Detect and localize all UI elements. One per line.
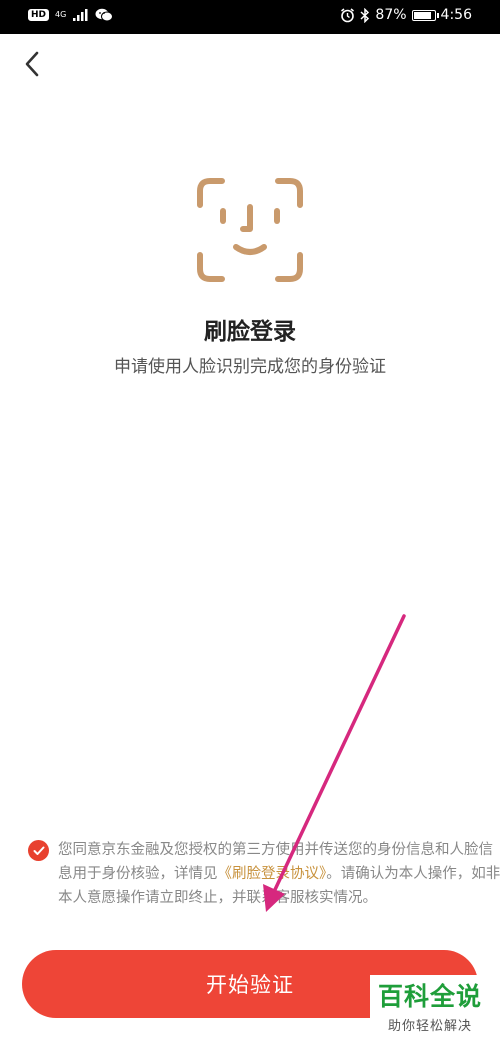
back-button[interactable]: [14, 44, 50, 84]
watermark: 百科全说 助你轻松解决: [370, 975, 490, 1037]
battery-icon: [411, 9, 439, 21]
bluetooth-icon: [360, 7, 370, 23]
status-right: 87% 4:56: [340, 7, 472, 23]
signal-icon: [73, 9, 88, 21]
wechat-icon: [95, 8, 114, 22]
status-bar: HD 4G 87% 4:56: [0, 0, 500, 34]
hd-icon: HD: [28, 9, 50, 21]
chevron-left-icon: [25, 51, 39, 77]
watermark-subtitle: 助你轻松解决: [387, 1019, 472, 1034]
alarm-icon: [341, 7, 355, 22]
status-time: 4:56: [440, 7, 472, 23]
page-subtitle: 申请使用人脸识别完成您的身份验证: [114, 357, 386, 377]
agree-checkbox[interactable]: [28, 840, 49, 861]
face-login-screen: HD 4G 87% 4:56 刷脸登录 申请使用人脸识别完成您的身份验证 您同意…: [0, 0, 500, 1039]
watermark-title: 百科全说: [377, 982, 482, 1011]
face-id-icon: [197, 178, 303, 282]
agreement-text: 您同意京东金融及您授权的第三方使用并传送您的身份信息和人脸信息用于身份核验，详情…: [58, 838, 500, 910]
battery-fill: [413, 11, 431, 19]
agreement-link[interactable]: 《刷脸登录协议》: [218, 866, 327, 882]
status-left: HD 4G: [28, 8, 114, 22]
battery-percent: 87%: [375, 7, 407, 23]
page-title: 刷脸登录: [204, 319, 296, 345]
network-type: 4G: [55, 10, 67, 19]
checkmark-icon: [33, 846, 44, 855]
